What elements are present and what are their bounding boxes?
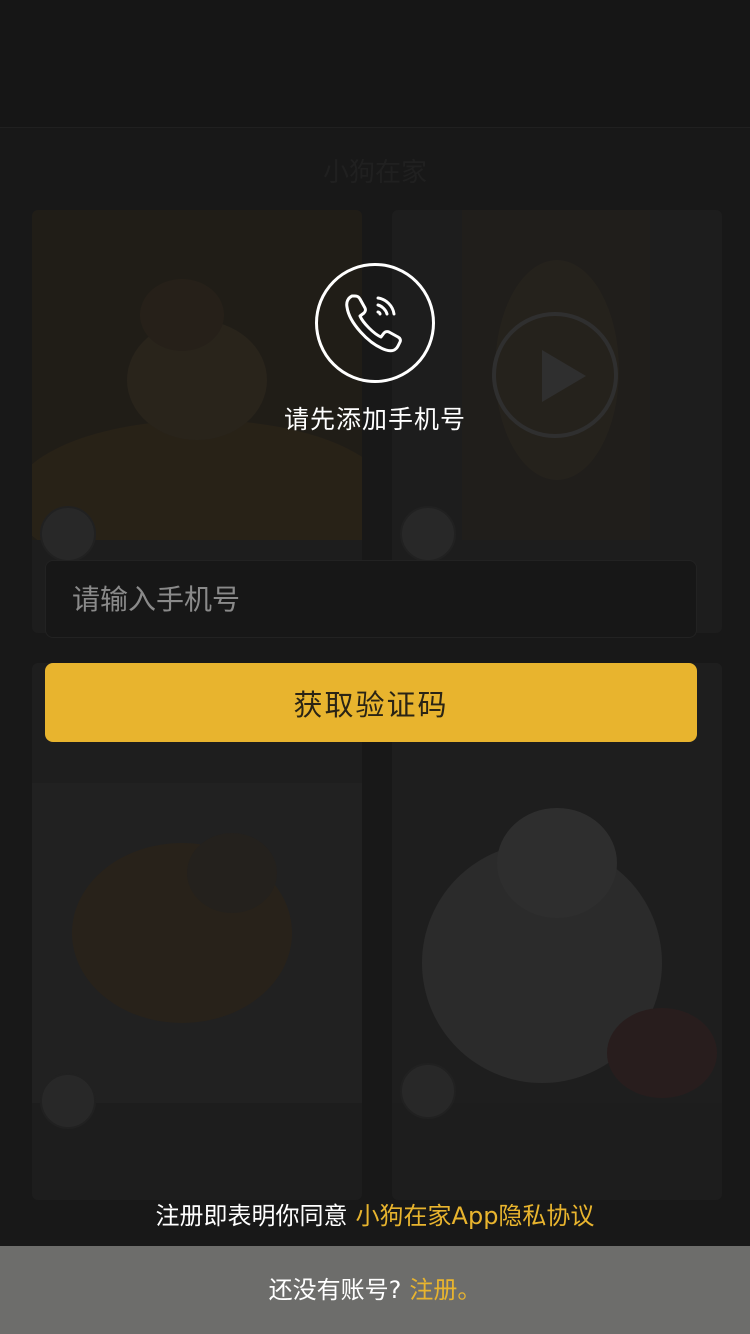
- privacy-policy-link[interactable]: 小狗在家App隐私协议: [356, 1202, 595, 1230]
- phone-number-input[interactable]: [45, 560, 697, 638]
- agreement-notice: 注册即表明你同意 小狗在家App隐私协议: [0, 1196, 750, 1231]
- phone-ringing-icon: [315, 263, 435, 383]
- get-verification-code-button[interactable]: 获取验证码: [45, 663, 697, 742]
- add-phone-prompt: 请先添加手机号: [283, 405, 466, 434]
- register-link[interactable]: 注册。: [409, 1276, 481, 1304]
- agreement-text: 注册即表明你同意: [155, 1202, 348, 1230]
- register-footer: 还没有账号? 注册。: [0, 1246, 750, 1334]
- no-account-text: 还没有账号?: [268, 1276, 402, 1304]
